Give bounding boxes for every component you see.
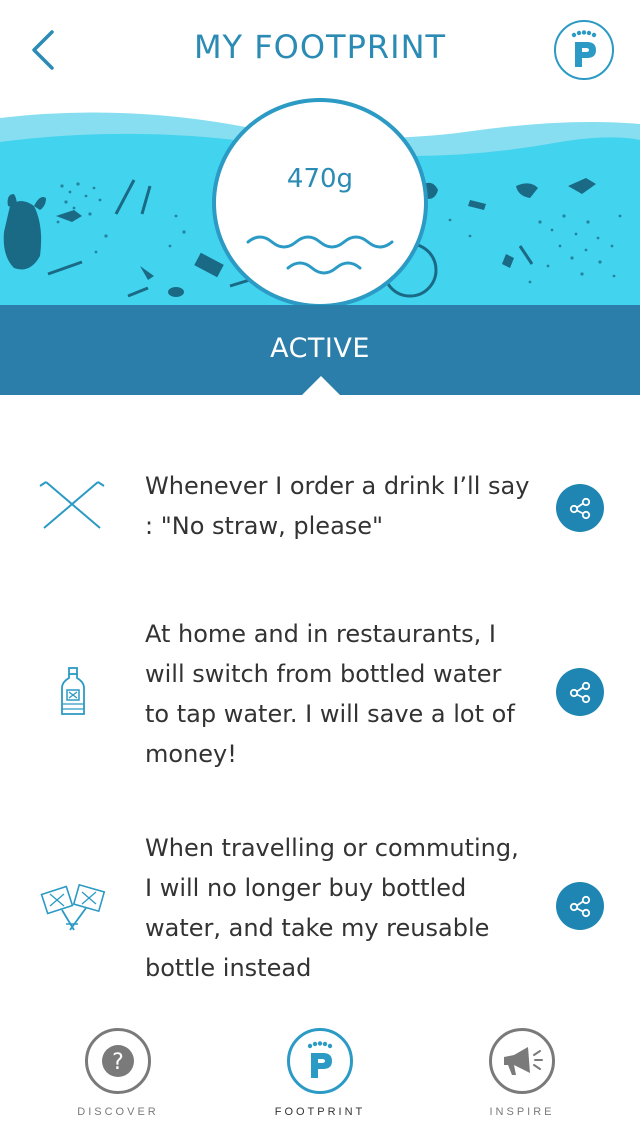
straws-icon xyxy=(39,481,105,529)
nav-label: INSPIRE xyxy=(489,1106,555,1118)
share-button[interactable] xyxy=(556,484,604,532)
share-icon xyxy=(569,681,591,704)
svg-text:?: ? xyxy=(112,1050,124,1075)
share-button[interactable] xyxy=(556,668,604,716)
footprint-weight: 470g xyxy=(286,164,354,194)
share-icon xyxy=(569,895,591,918)
pledge-text: At home and in restaurants, I will switc… xyxy=(145,620,515,768)
nav-inspire[interactable]: INSPIRE xyxy=(432,1028,612,1118)
pledge-text: Whenever I order a drink I’ll say : "No … xyxy=(145,472,530,540)
nav-inspire-button[interactable] xyxy=(489,1028,555,1094)
nav-discover-button[interactable]: ? xyxy=(85,1028,151,1094)
bottom-nav: ? DISCOVER FOOTPRINT INSPIRE xyxy=(0,1010,640,1136)
nav-discover[interactable]: ? DISCOVER xyxy=(28,1028,208,1118)
waves-icon xyxy=(246,235,394,275)
question-icon: ? xyxy=(102,1045,134,1077)
chevron-left-icon xyxy=(32,30,54,70)
protest-signs-icon xyxy=(40,883,106,931)
share-icon xyxy=(569,497,591,520)
footprint-logo-icon xyxy=(571,30,597,67)
share-button[interactable] xyxy=(556,882,604,930)
footprint-logo-icon xyxy=(307,1041,333,1078)
status-label: ACTIVE xyxy=(270,333,370,364)
nav-label: DISCOVER xyxy=(77,1106,159,1118)
water-bottle-icon xyxy=(61,667,85,715)
status-pointer xyxy=(302,376,340,395)
pledge-text: When travelling or commuting, I will no … xyxy=(145,834,519,982)
nav-label: FOOTPRINT xyxy=(274,1106,366,1118)
page-title: MY FOOTPRINT xyxy=(193,28,447,66)
nav-footprint[interactable]: FOOTPRINT xyxy=(230,1028,410,1118)
header: MY FOOTPRINT xyxy=(0,0,640,100)
megaphone-icon xyxy=(504,1047,543,1075)
footprint-weight-circle: 470g xyxy=(212,98,428,308)
nav-footprint-button[interactable] xyxy=(287,1028,353,1094)
back-button[interactable] xyxy=(24,26,64,74)
profile-button[interactable] xyxy=(554,20,614,80)
